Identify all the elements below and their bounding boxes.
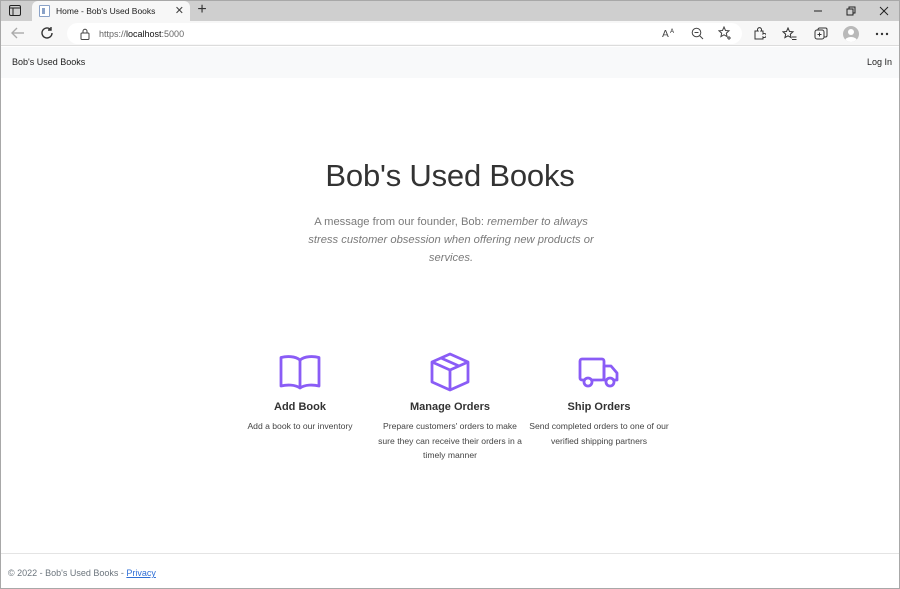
- read-aloud-icon[interactable]: AA: [662, 26, 676, 40]
- address-bar[interactable]: https://localhost:5000 AA: [67, 23, 742, 44]
- url-scheme: https://: [99, 28, 127, 39]
- tab-actions-icon[interactable]: [8, 3, 22, 17]
- founder-message: A message from our founder, Bob: remembe…: [305, 213, 597, 267]
- tab-title: Home - Bob's Used Books: [56, 6, 156, 16]
- book-icon: [220, 352, 380, 392]
- feature-title: Manage Orders: [409, 401, 491, 413]
- svg-text:A: A: [662, 29, 669, 39]
- add-favorite-icon[interactable]: [718, 26, 732, 40]
- extensions-icon[interactable]: [750, 25, 767, 42]
- founder-message-intro: A message from our founder, Bob:: [314, 216, 488, 228]
- more-options-icon[interactable]: [873, 25, 890, 42]
- browser-toolbar: https://localhost:5000 AA: [0, 21, 900, 46]
- profile-avatar[interactable]: [843, 25, 859, 42]
- feature-title: Add Book: [274, 401, 326, 413]
- feature-description: Send completed orders to one of our veri…: [529, 421, 669, 446]
- feature-manage-orders[interactable]: Manage Orders Prepare customers' orders …: [370, 352, 530, 463]
- restore-icon[interactable]: [834, 0, 867, 21]
- url-port: :5000: [161, 28, 185, 39]
- url-text[interactable]: https://localhost:5000: [99, 29, 184, 39]
- feature-description: Add a book to our inventory: [247, 421, 353, 431]
- minimize-icon[interactable]: [801, 0, 834, 21]
- lock-icon[interactable]: [79, 28, 91, 40]
- browser-tab[interactable]: Home - Bob's Used Books ✕: [32, 1, 190, 21]
- navbar-brand-link[interactable]: Bob's Used Books: [12, 57, 85, 67]
- window-controls: [801, 0, 900, 21]
- site-navbar: Bob's Used Books Log In: [1, 47, 899, 78]
- hero-title: Bob's Used Books: [325, 158, 575, 193]
- feature-ship-orders[interactable]: Ship Orders Send completed orders to one…: [519, 352, 679, 448]
- collections-icon[interactable]: [812, 25, 829, 42]
- close-window-icon[interactable]: [867, 0, 900, 21]
- refresh-icon[interactable]: [39, 25, 55, 41]
- back-arrow-icon[interactable]: [10, 25, 26, 41]
- browser-tabstrip: Home - Bob's Used Books ✕ +: [0, 0, 900, 21]
- truck-icon: [519, 352, 679, 392]
- close-tab-icon[interactable]: ✕: [175, 4, 184, 18]
- footer-copyright: © 2022 - Bob's Used Books -: [8, 568, 127, 578]
- url-host: localhost: [126, 28, 162, 39]
- zoom-out-icon[interactable]: [690, 26, 704, 40]
- login-link[interactable]: Log In: [867, 57, 892, 67]
- page-favicon-icon: [39, 5, 50, 17]
- feature-description: Prepare customers' orders to make sure t…: [378, 421, 522, 460]
- feature-title: Ship Orders: [567, 401, 631, 413]
- svg-text:A: A: [670, 28, 675, 35]
- box-icon: [370, 352, 530, 392]
- site-footer: © 2022 - Bob's Used Books - Privacy: [8, 568, 156, 578]
- feature-add-book[interactable]: Add Book Add a book to our inventory: [220, 352, 380, 434]
- footer-divider: [1, 553, 899, 554]
- privacy-link[interactable]: Privacy: [126, 568, 156, 578]
- page-viewport: Bob's Used Books Log In Bob's Used Books…: [1, 47, 899, 588]
- favorites-icon[interactable]: [781, 25, 798, 42]
- new-tab-icon[interactable]: +: [195, 1, 209, 19]
